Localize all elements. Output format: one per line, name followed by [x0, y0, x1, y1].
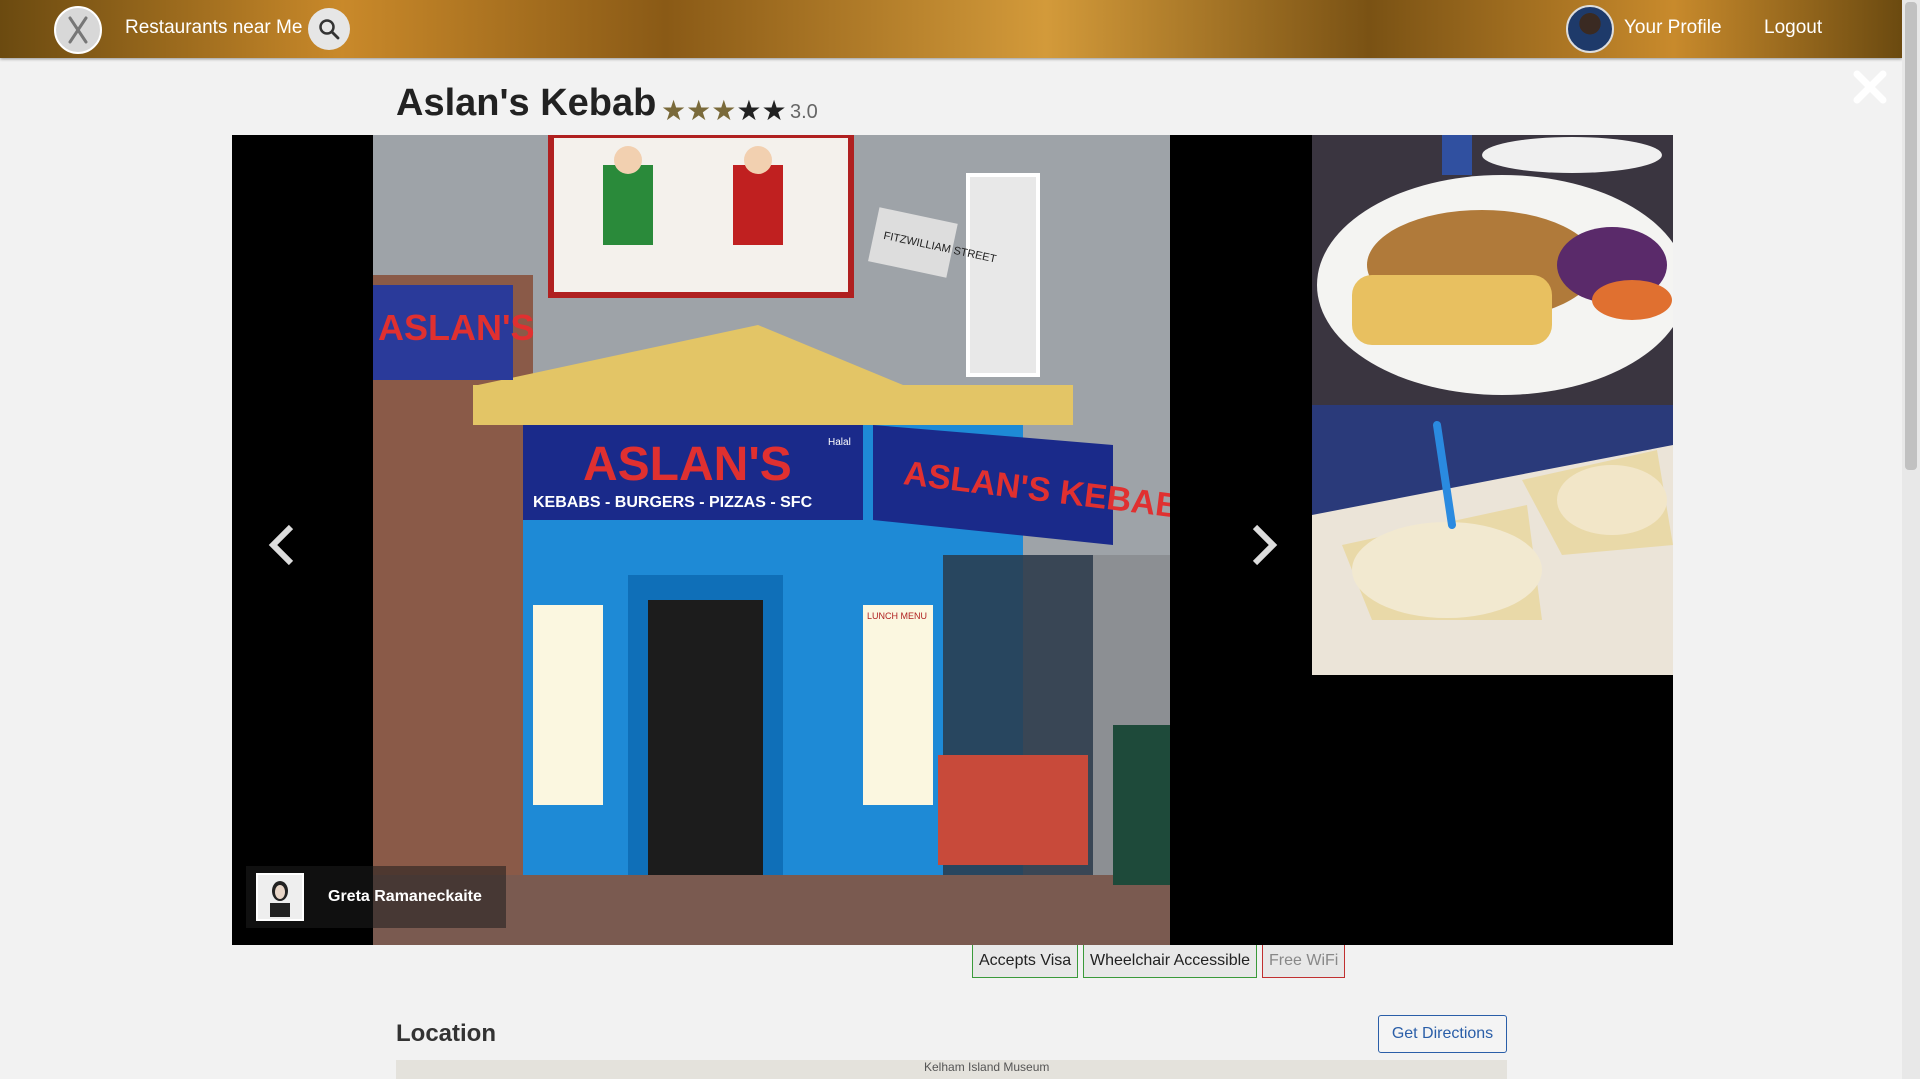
scrollbar-thumb[interactable] — [1905, 2, 1917, 470]
left-sign-text: ASLAN'S — [378, 307, 535, 348]
chevron-right-icon — [1252, 524, 1278, 566]
get-directions-button[interactable]: Get Directions — [1378, 1015, 1507, 1053]
main-sign-subtext: KEBABS - BURGERS - PIZZAS - SFC — [533, 494, 813, 511]
credit-name[interactable]: Greta Ramaneckaite — [328, 888, 482, 906]
restaurant-name: Aslan's Kebab — [396, 82, 657, 124]
photo-thumbnail-fries[interactable] — [1312, 405, 1673, 675]
top-nav: Restaurants near Me Your Profile Logout — [0, 0, 1902, 58]
feature-accepts-visa: Accepts Visa — [972, 944, 1079, 978]
feature-wheelchair-accessible: Wheelchair Accessible — [1083, 944, 1258, 978]
star-icon: ★ — [711, 95, 737, 126]
map-place-label: Kelham Island Museum — [924, 1060, 1050, 1074]
brand-link[interactable]: Restaurants near Me — [125, 17, 302, 39]
feature-free-wifi: Free WiFi — [1262, 944, 1346, 978]
main-sign-text: ASLAN'S — [583, 438, 792, 491]
search-button[interactable] — [308, 8, 350, 50]
previous-photo-button[interactable] — [262, 515, 302, 575]
rating-value: 3.0 — [790, 101, 818, 123]
star-icon: ★ — [661, 95, 687, 126]
fork-knife-logo-icon[interactable] — [54, 6, 102, 54]
location-map[interactable]: Kelham Island Museum — [396, 1060, 1507, 1079]
search-icon — [319, 19, 340, 40]
photo-credit: Greta Ramaneckaite — [246, 866, 506, 928]
star-icon: ★ — [736, 95, 762, 126]
photo-thumbnail-plate[interactable] — [1312, 135, 1673, 405]
main-photo: FITZWILLIAM STREET ASLAN'S ASLAN'S KEBAB… — [373, 135, 1170, 945]
star-rating: ★★★★★ — [661, 94, 787, 127]
photo-lightbox: FITZWILLIAM STREET ASLAN'S ASLAN'S KEBAB… — [232, 135, 1673, 945]
next-photo-button[interactable] — [1244, 515, 1284, 575]
credit-avatar[interactable] — [256, 873, 304, 921]
chevron-left-icon — [268, 524, 294, 566]
your-profile-link[interactable]: Your Profile — [1624, 17, 1722, 39]
lunch-menu-text: LUNCH MENU — [867, 611, 927, 621]
page-scrollbar[interactable] — [1902, 0, 1920, 1079]
star-icon: ★ — [686, 95, 712, 126]
halal-text: Halal — [828, 437, 851, 448]
close-icon — [1853, 70, 1887, 104]
logout-link[interactable]: Logout — [1764, 17, 1822, 39]
profile-avatar[interactable] — [1566, 5, 1614, 53]
star-icon: ★ — [761, 95, 787, 126]
close-lightbox-button[interactable] — [1850, 70, 1890, 110]
location-heading: Location — [396, 1020, 496, 1047]
